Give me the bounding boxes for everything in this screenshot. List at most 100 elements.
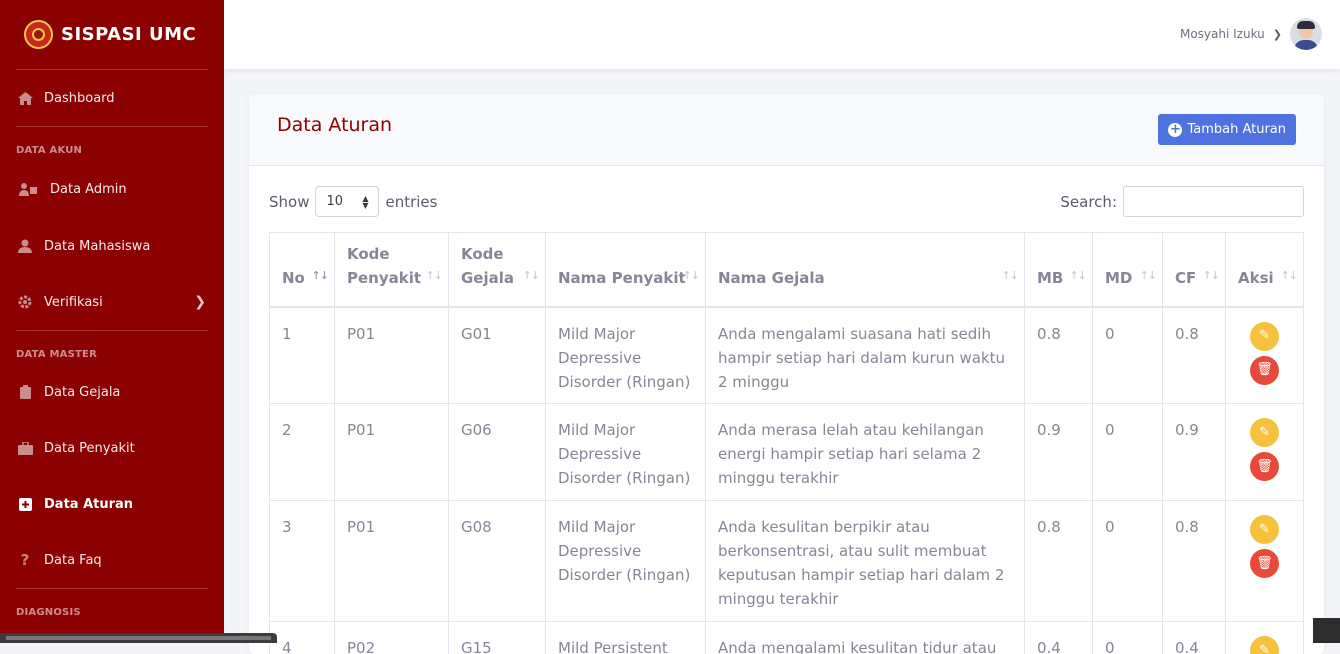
column-header[interactable]: MD↑↓ <box>1093 233 1163 307</box>
cell-no: 2 <box>270 404 335 501</box>
cell-cf: 0.8 <box>1163 307 1226 404</box>
table-row: 2 P01 G06 Mild Major Depressive Disorder… <box>270 404 1304 501</box>
sidebar-item-mahasiswa[interactable]: Data Mahasiswa <box>0 218 224 274</box>
cell-actions: ✎🗑 <box>1226 404 1304 501</box>
delete-button[interactable]: 🗑 <box>1250 549 1279 578</box>
cell-no: 3 <box>270 501 335 622</box>
plus-circle-icon: + <box>1168 123 1182 137</box>
select-arrows-icon: ▲▼ <box>362 195 368 209</box>
column-header[interactable]: Nama Penyakit↑↓ <box>546 233 706 307</box>
table-search: Search: <box>1060 186 1304 217</box>
search-input[interactable] <box>1123 186 1304 217</box>
cell-cf: 0.4 <box>1163 622 1226 654</box>
topbar: Mosyahi Izuku ❯ <box>224 0 1340 69</box>
entries-label: entries <box>385 193 437 211</box>
cell-actions: ✎🗑 <box>1226 501 1304 622</box>
cell-kode-gejala: G08 <box>449 501 546 622</box>
sidebar-item-admin[interactable]: Data Admin <box>0 160 224 218</box>
column-header[interactable]: Kode Gejala↑↓ <box>449 233 546 307</box>
sidebar-item-faq[interactable]: ? Data Faq <box>0 532 224 588</box>
cell-actions: ✎🗑 <box>1226 307 1304 404</box>
user-graduate-icon <box>16 239 34 253</box>
sidebar: SISPASI UMC Dashboard DATA AKUN Data Adm… <box>0 0 224 643</box>
cell-cf: 0.9 <box>1163 404 1226 501</box>
column-header[interactable]: No↑↓ <box>270 233 335 307</box>
sidebar-heading: DATA AKUN <box>0 127 224 160</box>
cell-nama-penyakit: Mild Major Depressive Disorder (Ringan) <box>546 307 706 404</box>
edit-button[interactable]: ✎ <box>1250 636 1279 654</box>
chevron-right-icon: ❯ <box>194 294 206 310</box>
cell-mb: 0.9 <box>1025 404 1093 501</box>
pencil-icon: ✎ <box>1259 421 1270 445</box>
cell-nama-penyakit: Mild Major Depressive Disorder (Ringan) <box>546 501 706 622</box>
column-header[interactable]: CF↑↓ <box>1163 233 1226 307</box>
chevron-down-icon: ❯ <box>1273 28 1282 41</box>
sort-icon: ↑↓ <box>523 264 539 288</box>
cell-kode-gejala: G06 <box>449 404 546 501</box>
table-controls: Show 10▲▼ entries Search: <box>269 186 1304 217</box>
trash-icon: 🗑 <box>1256 552 1273 576</box>
cell-kode-penyakit: P02 <box>335 622 449 654</box>
sidebar-item-label: Data Penyakit <box>44 441 135 456</box>
sort-icon: ↑↓ <box>426 264 442 288</box>
cell-cf: 0.8 <box>1163 501 1226 622</box>
users-icon <box>16 183 40 196</box>
brand[interactable]: SISPASI UMC <box>0 0 224 69</box>
table-row: 4 P02 G15 Mild Persistent Anda mengalami… <box>270 622 1304 654</box>
cell-mb: 0.8 <box>1025 307 1093 404</box>
brand-title: SISPASI UMC <box>61 24 196 45</box>
cell-kode-gejala: G01 <box>449 307 546 404</box>
fire-icon <box>1313 618 1340 643</box>
cell-mb: 0.4 <box>1025 622 1093 654</box>
sort-icon: ↑↓ <box>1281 264 1297 288</box>
card-header: Data Aturan +Tambah Aturan <box>249 94 1324 166</box>
avatar[interactable] <box>1290 18 1322 50</box>
plus-square-icon <box>16 498 34 511</box>
cell-md: 0 <box>1093 622 1163 654</box>
sidebar-item-penyakit[interactable]: Data Penyakit <box>0 420 224 476</box>
cell-md: 0 <box>1093 501 1163 622</box>
clipboard-icon <box>16 385 34 399</box>
sort-icon: ↑↓ <box>312 264 328 288</box>
entries-select[interactable]: 10▲▼ <box>315 186 379 217</box>
edit-button[interactable]: ✎ <box>1250 322 1279 351</box>
cell-md: 0 <box>1093 404 1163 501</box>
sort-icon: ↑↓ <box>683 264 699 288</box>
page-length: Show 10▲▼ entries <box>269 186 437 217</box>
cell-nama-gejala: Anda kesulitan berpikir atau berkonsentr… <box>706 501 1025 622</box>
cell-md: 0 <box>1093 307 1163 404</box>
sidebar-item-gejala[interactable]: Data Gejala <box>0 364 224 420</box>
user-menu[interactable]: Mosyahi Izuku ❯ <box>1180 18 1322 50</box>
add-rule-button[interactable]: +Tambah Aturan <box>1158 114 1296 145</box>
edit-button[interactable]: ✎ <box>1250 515 1279 544</box>
question-icon: ? <box>16 551 34 569</box>
edit-button[interactable]: ✎ <box>1250 418 1279 447</box>
briefcase-medical-icon <box>16 442 34 455</box>
delete-button[interactable]: 🗑 <box>1250 356 1279 385</box>
cell-no: 1 <box>270 307 335 404</box>
cell-kode-penyakit: P01 <box>335 404 449 501</box>
cell-nama-gejala: Anda mengalami kesulitan tidur atau <box>706 622 1025 654</box>
cell-no: 4 <box>270 622 335 654</box>
sidebar-item-verifikasi[interactable]: Verifikasi ❯ <box>0 274 224 330</box>
column-header[interactable]: MB↑↓ <box>1025 233 1093 307</box>
show-label: Show <box>269 193 309 211</box>
sidebar-item-aturan[interactable]: Data Aturan <box>0 476 224 532</box>
table-row: 3 P01 G08 Mild Major Depressive Disorder… <box>270 501 1304 622</box>
sort-icon: ↑↓ <box>1140 264 1156 288</box>
pencil-icon: ✎ <box>1259 639 1270 654</box>
data-card: Data Aturan +Tambah Aturan Show 10▲▼ ent… <box>249 94 1324 654</box>
page-title: Data Aturan <box>277 114 392 136</box>
search-label: Search: <box>1060 193 1117 211</box>
delete-button[interactable]: 🗑 <box>1250 452 1279 481</box>
sidebar-item-dashboard[interactable]: Dashboard <box>0 70 224 126</box>
column-header[interactable]: Kode Penyakit↑↓ <box>335 233 449 307</box>
table-row: 1 P01 G01 Mild Major Depressive Disorder… <box>270 307 1304 404</box>
sidebar-item-label: Dashboard <box>44 91 115 106</box>
column-header[interactable]: Nama Gejala↑↓ <box>706 233 1025 307</box>
cell-kode-gejala: G15 <box>449 622 546 654</box>
cell-actions: ✎ <box>1226 622 1304 654</box>
cell-nama-gejala: Anda mengalami suasana hati sedih hampir… <box>706 307 1025 404</box>
column-header[interactable]: Aksi↑↓ <box>1226 233 1304 307</box>
sidebar-item-label: Data Admin <box>50 182 127 197</box>
